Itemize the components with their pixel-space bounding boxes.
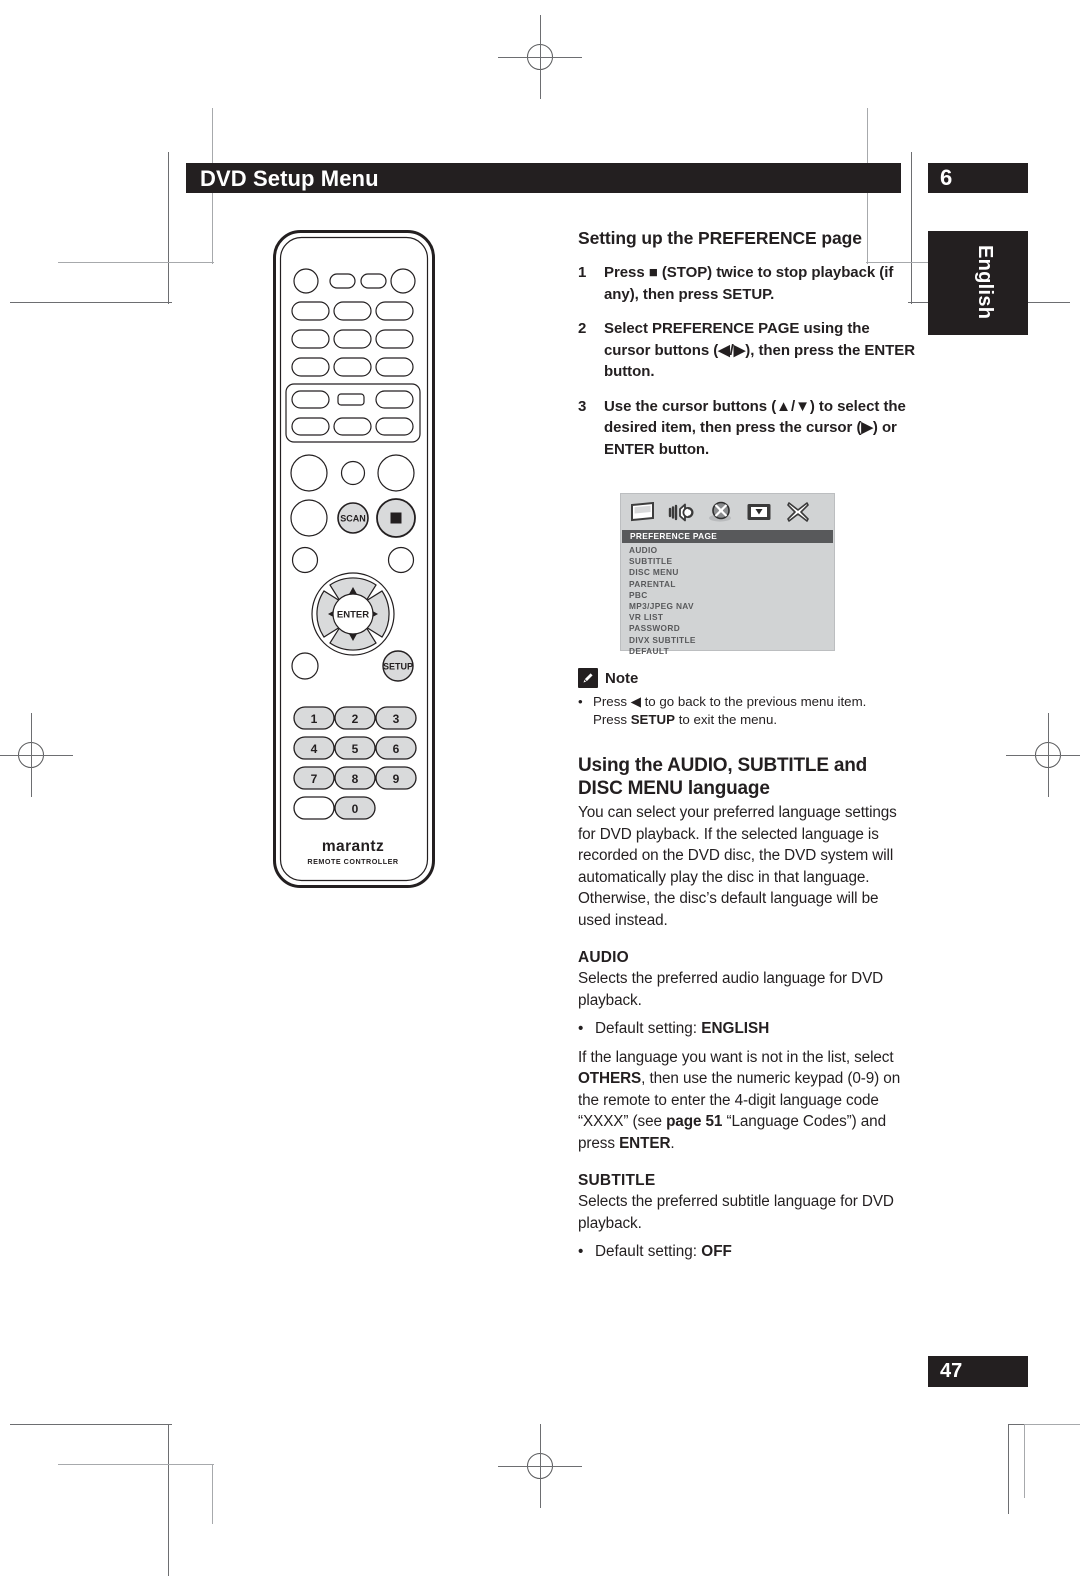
- language-tab-label: English: [974, 245, 996, 320]
- step-number: 2: [578, 320, 587, 337]
- audio-heading: AUDIO: [578, 949, 629, 966]
- subtitle-default-label: Default setting:: [595, 1243, 702, 1260]
- osd-menu-list: AUDIO SUBTITLE DISC MENU PARENTAL PBC MP…: [621, 543, 834, 657]
- note-label: Note: [605, 669, 639, 687]
- display-icon: [627, 499, 657, 525]
- main-text-column: Setting up the PREFERENCE page 1 Press ■…: [578, 228, 915, 473]
- audio-note-g: .: [670, 1134, 675, 1152]
- step-number: 3: [578, 397, 587, 415]
- audio-default-bullet: • Default setting: ENGLISH: [578, 1018, 915, 1040]
- page-title: DVD Setup Menu: [200, 166, 379, 191]
- osd-menu-item[interactable]: DEFAULT: [629, 646, 834, 657]
- subtitle-default-value: OFF: [701, 1243, 732, 1260]
- osd-page-title: PREFERENCE PAGE: [622, 530, 833, 543]
- audio-note-others: OTHERS: [578, 1070, 642, 1087]
- step-text: Press ■ (STOP) twice to stop playback (i…: [604, 264, 894, 303]
- osd-menu-item[interactable]: PBC: [629, 590, 834, 601]
- note-line-2-bold: SETUP: [630, 711, 676, 727]
- note-block: Note • Press ◀ to go back to the previou…: [578, 668, 918, 728]
- svg-text:7: 7: [311, 772, 318, 786]
- language-tab: English: [928, 231, 1028, 335]
- bullet-dot: •: [578, 694, 583, 709]
- chapter-number: 6: [928, 163, 1028, 193]
- audio-body: Selects the preferred audio language for…: [578, 970, 884, 1009]
- svg-text:5: 5: [352, 742, 359, 756]
- preference-heading: Setting up the PREFERENCE page: [578, 228, 862, 248]
- svg-text:6: 6: [393, 742, 400, 756]
- audio-note-a: If the language you want is not in the l…: [578, 1048, 894, 1066]
- osd-menu-item[interactable]: DISC MENU: [629, 567, 834, 578]
- osd-preference-page-screenshot: PREFERENCE PAGE AUDIO SUBTITLE DISC MENU…: [620, 493, 835, 656]
- disc-icon: [705, 499, 735, 525]
- osd-menu-item[interactable]: AUDIO: [629, 545, 834, 556]
- audio-speaker-icon: [666, 499, 696, 525]
- remote-control-illustration: SCAN ENTER SETUP 1 2 3 4 5 6 7 8 9 0 mar…: [272, 229, 436, 894]
- osd-menu-item[interactable]: PARENTAL: [629, 579, 834, 590]
- close-x-icon: [783, 499, 813, 525]
- step-item: 2 Select PREFERENCE PAGE using the curso…: [578, 318, 915, 383]
- video-icon: [744, 499, 774, 525]
- svg-text:REMOTE CONTROLLER: REMOTE CONTROLLER: [307, 857, 398, 866]
- osd-menu-item[interactable]: SUBTITLE: [629, 556, 834, 567]
- subtitle-default-bullet: • Default setting: OFF: [578, 1241, 915, 1263]
- osd-icon-row: [621, 494, 834, 530]
- bullet-dot: •: [578, 1243, 584, 1260]
- svg-text:3: 3: [393, 712, 400, 726]
- svg-text:1: 1: [311, 712, 318, 726]
- language-heading: Using the AUDIO, SUBTITLE and DISC MENU …: [578, 755, 868, 799]
- language-section: Using the AUDIO, SUBTITLE and DISC MENU …: [578, 754, 915, 1270]
- subtitle-body: Selects the preferred subtitle language …: [578, 1193, 894, 1232]
- audio-default-label: Default setting:: [595, 1020, 702, 1037]
- svg-text:8: 8: [352, 772, 359, 786]
- note-line-2-suffix: to exit the menu.: [675, 711, 778, 727]
- svg-text:4: 4: [311, 742, 318, 756]
- note-line-2-prefix: Press: [593, 711, 631, 727]
- osd-menu-item[interactable]: MP3/JPEG NAV: [629, 601, 834, 612]
- svg-text:0: 0: [352, 802, 359, 816]
- subtitle-heading: SUBTITLE: [578, 1172, 656, 1189]
- audio-others-note: If the language you want is not in the l…: [578, 1047, 915, 1155]
- osd-menu-item[interactable]: DIVX SUBTITLE: [629, 635, 834, 646]
- language-body: You can select your preferred language s…: [578, 804, 897, 929]
- page-number: 47: [928, 1356, 1028, 1387]
- osd-menu-item[interactable]: VR LIST: [629, 612, 834, 623]
- svg-text:9: 9: [393, 772, 400, 786]
- pencil-icon: [578, 668, 598, 688]
- bullet-dot: •: [578, 1020, 584, 1037]
- step-text: Use the cursor buttons (▲/▼) to select t…: [604, 397, 906, 458]
- svg-text:SETUP: SETUP: [383, 662, 413, 672]
- step-number: 1: [578, 264, 587, 281]
- svg-text:marantz: marantz: [322, 838, 384, 855]
- note-line-1: Press ◀ to go back to the previous menu …: [593, 694, 867, 709]
- audio-note-page-ref: page 51: [666, 1113, 723, 1130]
- step-text: Select PREFERENCE PAGE using the cursor …: [604, 320, 915, 380]
- note-header: Note: [578, 668, 918, 688]
- svg-text:ENTER: ENTER: [337, 610, 369, 621]
- audio-default-value: ENGLISH: [701, 1020, 770, 1037]
- svg-text:2: 2: [352, 712, 359, 726]
- osd-menu-item[interactable]: PASSWORD: [629, 623, 834, 634]
- note-text: • Press ◀ to go back to the previous men…: [578, 693, 918, 728]
- manual-page: DVD Setup Menu 6 English SCAN ENTER SETU…: [0, 0, 1080, 1576]
- step-item: 3 Use the cursor buttons (▲/▼) to select…: [578, 396, 915, 461]
- audio-note-enter: ENTER: [619, 1134, 671, 1152]
- svg-text:SCAN: SCAN: [340, 514, 366, 524]
- step-item: 1 Press ■ (STOP) twice to stop playback …: [578, 262, 915, 305]
